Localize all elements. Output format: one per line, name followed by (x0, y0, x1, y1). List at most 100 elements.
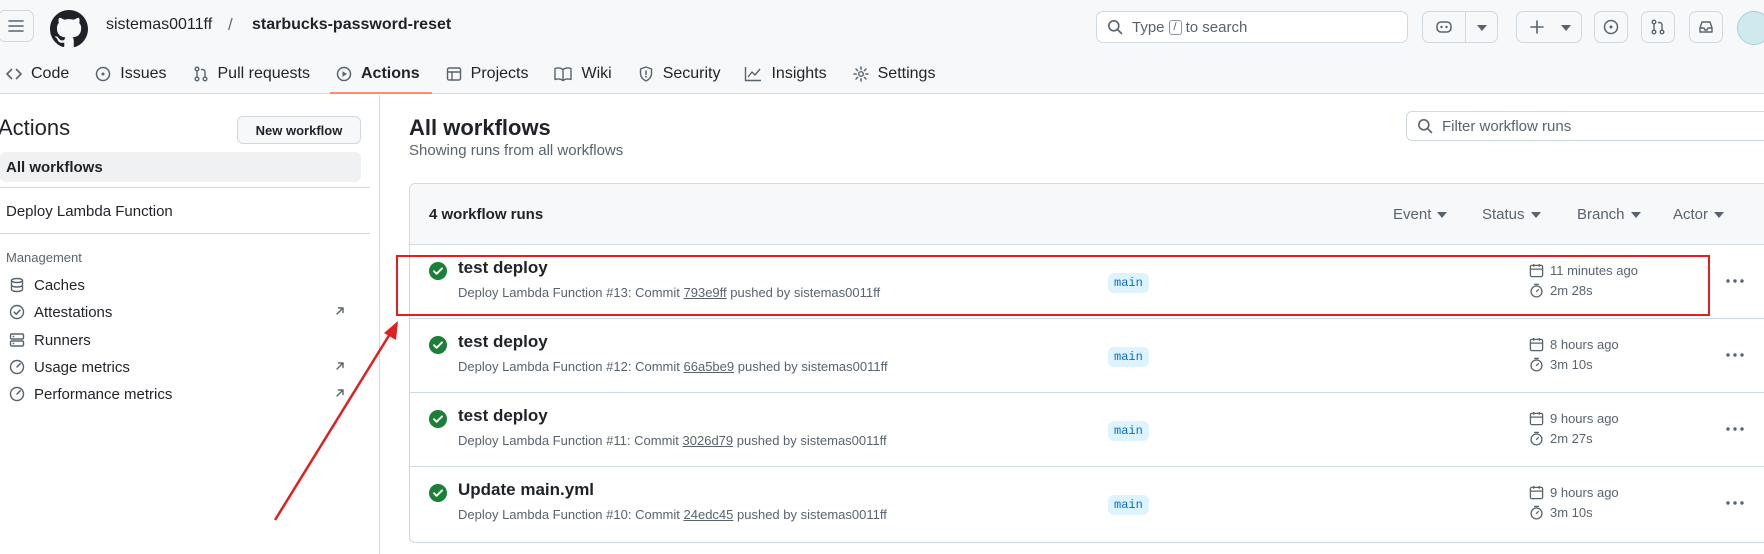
commit-sha-link[interactable]: 66a5be9 (684, 359, 735, 374)
chevron-down-icon (1437, 211, 1448, 218)
tab-issues[interactable]: Issues (89, 54, 178, 94)
run-title[interactable]: test deploy (458, 406, 548, 426)
filter-actor-dropdown[interactable]: Actor (1673, 206, 1725, 223)
workflow-run-row[interactable]: Update main.yml Deploy Lambda Function #… (410, 467, 1764, 541)
chevron-down-icon[interactable] (1477, 25, 1487, 31)
copilot-button-group[interactable] (1422, 11, 1498, 43)
run-duration: 3m 10s (1529, 505, 1593, 520)
tab-code[interactable]: Code (0, 54, 81, 94)
run-more-button[interactable] (1722, 343, 1748, 367)
run-title[interactable]: test deploy (458, 332, 548, 352)
runs-list-header: 4 workflow runs Event Status Branch Acto… (410, 184, 1764, 245)
check-circle-fill-icon (429, 410, 447, 428)
tab-label: Wiki (581, 65, 612, 82)
arrow-up-right-icon (336, 389, 344, 397)
filter-workflow-runs-input[interactable]: Filter workflow runs (1406, 111, 1764, 141)
breadcrumb-separator: / (228, 15, 233, 34)
tab-actions[interactable]: Actions (330, 54, 432, 94)
code-icon (6, 68, 22, 80)
run-meta: Deploy Lambda Function #10: Commit 24edc… (458, 507, 887, 522)
sidebar-item-performance-metrics[interactable]: Performance metrics (0, 381, 350, 407)
breadcrumb-repo[interactable]: starbucks-password-reset (252, 16, 451, 34)
commit-label: Commit (635, 507, 680, 522)
play-icon (336, 66, 352, 82)
chevron-down-icon (1630, 211, 1641, 218)
header-divider (1497, 16, 1498, 38)
kebab-horizontal-icon (1726, 279, 1744, 283)
sidebar-title: Actions (0, 115, 71, 140)
branch-badge[interactable]: main (1108, 421, 1149, 441)
tab-pull-requests[interactable]: Pull requests (187, 54, 323, 94)
chevron-down-icon (1561, 25, 1571, 31)
chevron-down-icon (1714, 211, 1725, 218)
repo-nav: Code Issues Pull requests Actions Projec… (0, 54, 949, 94)
user-avatar[interactable] (1737, 11, 1764, 45)
page-title: All workflows (409, 115, 551, 140)
run-more-button[interactable] (1722, 417, 1748, 441)
run-workflow-name: Deploy Lambda Function (458, 359, 603, 374)
annotation-highlight-box (396, 255, 1710, 316)
run-pushed-by: pushed by sistemas0011ff (737, 359, 888, 374)
new-workflow-button[interactable]: New workflow (237, 116, 361, 144)
search-icon (1108, 20, 1123, 35)
tab-settings[interactable]: Settings (847, 54, 948, 94)
tab-wiki[interactable]: Wiki (548, 54, 623, 94)
page-subtitle: Showing runs from all workflows (409, 142, 624, 159)
run-pushed-by: pushed by sistemas0011ff (737, 507, 887, 522)
inbox-button[interactable] (1689, 11, 1723, 43)
sidebar-item-all-workflows[interactable]: All workflows (0, 152, 361, 182)
branch-badge[interactable]: main (1108, 495, 1149, 515)
run-duration: 3m 10s (1529, 357, 1593, 372)
tab-projects[interactable]: Projects (440, 54, 541, 94)
sidebar-item-runners[interactable]: Runners (0, 327, 350, 353)
git-pull-request-icon (194, 66, 207, 82)
calendar-icon (1529, 485, 1544, 500)
run-number: #10 (606, 507, 628, 522)
your-issues-button[interactable] (1594, 11, 1628, 43)
sidebar-item-caches[interactable]: Caches (0, 272, 350, 298)
create-new-button[interactable] (1516, 11, 1582, 43)
tab-label: Code (31, 65, 70, 82)
check-circle-fill-icon (429, 336, 447, 354)
tab-label: Actions (361, 65, 420, 82)
stopwatch-icon (1530, 357, 1543, 372)
run-number: #11 (606, 433, 627, 448)
workflow-run-row[interactable]: test deploy Deploy Lambda Function #11: … (410, 393, 1764, 467)
menu-button[interactable] (0, 10, 34, 42)
tab-insights[interactable]: Insights (738, 54, 838, 94)
server-icon (9, 333, 25, 347)
run-when: 9 hours ago (1550, 485, 1619, 500)
management-heading: Management (6, 250, 82, 265)
sidebar-item-label: Runners (34, 331, 91, 349)
global-search-input[interactable]: Type / to search (1096, 11, 1408, 43)
github-logo-icon[interactable] (50, 10, 88, 48)
filter-branch-dropdown[interactable]: Branch (1577, 206, 1641, 223)
workflow-run-row[interactable]: test deploy Deploy Lambda Function #12: … (410, 319, 1764, 393)
sidebar-item-label: Caches (34, 276, 85, 294)
filter-status-dropdown[interactable]: Status (1482, 206, 1541, 223)
plus-icon (1530, 20, 1544, 34)
your-pull-requests-button[interactable] (1641, 11, 1675, 43)
actions-sidebar: Actions New workflow All workflows Deplo… (0, 95, 380, 554)
run-more-button[interactable] (1722, 269, 1748, 293)
sidebar-item-deploy-lambda-function[interactable]: Deploy Lambda Function (6, 203, 173, 220)
shield-icon (639, 66, 652, 82)
run-more-button[interactable] (1722, 491, 1748, 515)
git-pull-request-icon (1651, 19, 1665, 35)
arrow-up-right-icon (336, 362, 344, 370)
commit-sha-link[interactable]: 24edc45 (684, 507, 734, 522)
run-title[interactable]: Update main.yml (458, 480, 594, 500)
tab-label: Insights (771, 65, 827, 82)
copilot-icon[interactable] (1435, 19, 1453, 35)
filter-event-dropdown[interactable]: Event (1393, 206, 1448, 223)
branch-badge[interactable]: main (1108, 347, 1149, 367)
commit-sha-link[interactable]: 3026d79 (683, 433, 734, 448)
sidebar-item-attestations[interactable]: Attestations (0, 299, 350, 325)
global-header: sistemas0011ff / starbucks-password-rese… (0, 0, 1764, 94)
tab-security[interactable]: Security (632, 54, 733, 94)
sidebar-item-usage-metrics[interactable]: Usage metrics (0, 354, 350, 380)
run-timestamp: 9 hours ago (1529, 485, 1619, 500)
breadcrumb-owner[interactable]: sistemas0011ff (106, 16, 212, 34)
commit-label: Commit (635, 359, 680, 374)
filter-label: Branch (1577, 206, 1625, 223)
